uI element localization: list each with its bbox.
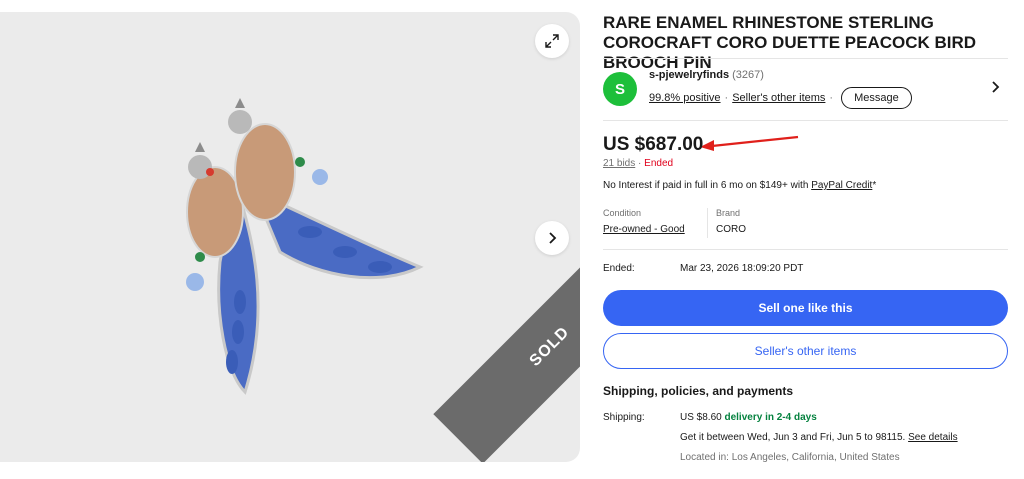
image-gallery: SOLD: [0, 12, 580, 462]
delivery-time: delivery in 2-4 days: [724, 412, 817, 423]
financing-suffix: *: [872, 180, 877, 191]
shipping-cost-line: US $8.60 delivery in 2-4 days: [680, 412, 1010, 432]
shipping-estimate-line: Get it between Wed, Jun 3 and Fri, Jun 5…: [680, 432, 1010, 452]
annotation-arrow-icon: [700, 135, 799, 151]
divider: [603, 249, 1008, 250]
seller-avatar: S: [603, 72, 637, 106]
seller-other-items-link[interactable]: Seller's other items: [732, 92, 825, 104]
financing-text: No Interest if paid in full in 6 mo on $…: [603, 180, 812, 191]
seller-name[interactable]: s-pjewelryfinds: [649, 69, 729, 81]
item-location: Located in: Los Angeles, California, Uni…: [680, 452, 900, 463]
ended-value: Mar 23, 2026 18:09:20 PDT: [680, 263, 804, 274]
divider: [603, 120, 1008, 121]
separator-dot: ·: [829, 92, 834, 104]
divider: [603, 58, 1008, 59]
paypal-credit-link[interactable]: PayPal Credit: [811, 180, 872, 191]
brand-block: Brand CORO: [716, 208, 746, 235]
sell-one-like-this-button[interactable]: Sell one like this: [603, 290, 1008, 326]
shipping-heading: Shipping, policies, and payments: [603, 384, 794, 398]
seller-links: 99.8% positive · Seller's other items · …: [649, 87, 1008, 109]
price: US $687.00: [603, 134, 704, 155]
bids-line: 21 bids · Ended: [603, 158, 673, 169]
sellers-other-items-button[interactable]: Seller's other items: [603, 333, 1008, 369]
shipping-cost: US $8.60: [680, 412, 725, 423]
ended-label: Ended:: [603, 263, 635, 274]
shipping-estimate: Get it between Wed, Jun 3 and Fri, Jun 5…: [680, 432, 909, 443]
financing-line: No Interest if paid in full in 6 mo on $…: [603, 180, 876, 191]
separator-dot: ·: [724, 92, 729, 104]
condition-value[interactable]: Pre-owned - Good: [603, 224, 685, 235]
condition-label: Condition: [603, 208, 642, 218]
condition-block: Condition Pre-owned - Good: [603, 208, 685, 235]
seller-card[interactable]: S s-pjewelryfinds (3267) 99.8% positive …: [603, 60, 1008, 118]
brand-value: CORO: [716, 224, 746, 235]
message-button[interactable]: Message: [841, 87, 912, 109]
seller-feedback-count: (3267): [732, 69, 764, 81]
see-details-link[interactable]: See details: [908, 432, 957, 443]
seller-positive-link[interactable]: 99.8% positive: [649, 92, 721, 104]
chevron-right-icon: [549, 232, 557, 244]
ended-row: Ended: Mar 23, 2026 18:09:20 PDT: [603, 263, 803, 274]
brand-label: Brand: [716, 208, 741, 218]
ended-status: Ended: [644, 158, 674, 169]
expand-icon: [545, 34, 559, 48]
separator-dot: ·: [638, 158, 642, 169]
bids-link[interactable]: 21 bids: [603, 158, 635, 169]
shipping-value: US $8.60 delivery in 2-4 days Get it bet…: [680, 412, 1010, 472]
next-image-button[interactable]: [535, 221, 569, 255]
seller-info: s-pjewelryfinds (3267) 99.8% positive · …: [649, 69, 1008, 109]
expand-image-button[interactable]: [535, 24, 569, 58]
shipping-label: Shipping:: [603, 412, 645, 423]
chevron-right-icon[interactable]: [990, 80, 1002, 94]
divider: [707, 208, 708, 238]
seller-name-line: s-pjewelryfinds (3267): [649, 69, 1008, 81]
